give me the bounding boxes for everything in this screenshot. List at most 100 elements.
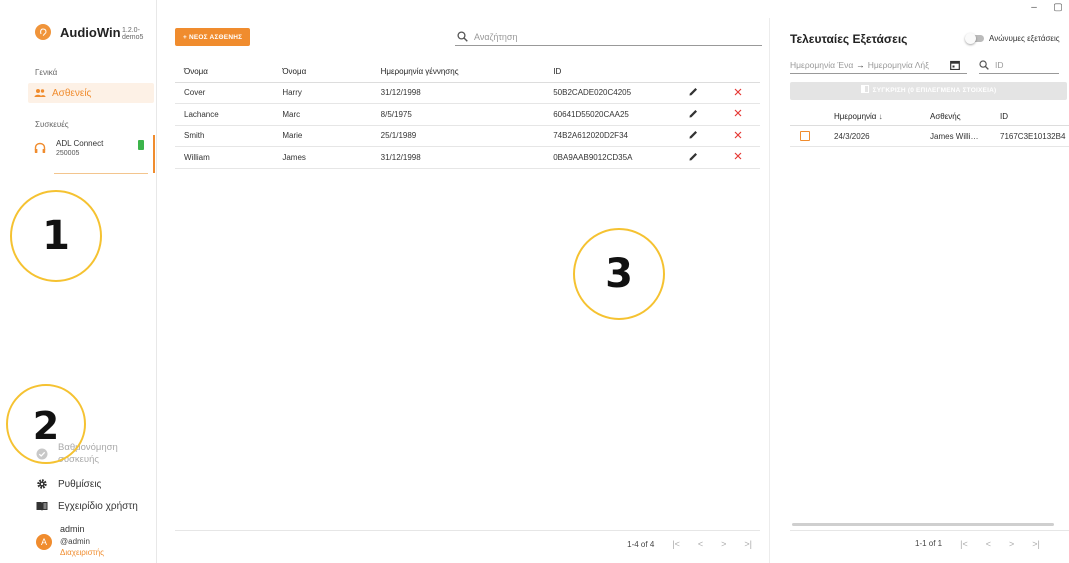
edit-button[interactable] (671, 146, 716, 169)
column-header-date[interactable]: Ημερομηνία ↓ (834, 112, 883, 121)
column-header-exam-id[interactable]: ID (1000, 112, 1008, 121)
prev-page-button[interactable]: < (698, 539, 703, 549)
sidebar-item-label: Ασθενείς (52, 87, 92, 99)
sidebar-item-manual[interactable]: Εγχειρίδιο χρήστη (36, 500, 138, 512)
annotation-number: 3 (605, 251, 633, 297)
id-search-placeholder: ID (995, 59, 1004, 70)
last-page-button[interactable]: >| (744, 539, 752, 549)
column-header-patient[interactable]: Ασθενής (930, 112, 961, 121)
prev-page-button[interactable]: < (986, 539, 991, 549)
section-general-label: Γενικά (35, 68, 58, 77)
sidebar-item-patients[interactable]: Ασθενείς (28, 83, 154, 103)
cell-dob: 25/1/1989 (371, 125, 545, 147)
battery-icon (138, 140, 144, 150)
device-underline (54, 173, 148, 174)
date-range-field[interactable]: Ημερομηνία Ένα → Ημερομηνία Λήξ (790, 56, 967, 74)
close-icon (734, 88, 742, 96)
row-checkbox[interactable] (800, 131, 810, 141)
device-serial: 250005 (56, 150, 80, 157)
exams-pagination: 1-1 of 1 |< < > >| (790, 530, 1069, 560)
recent-exams-title: Τελευταίες Εξετάσεις (790, 32, 908, 46)
column-header-dob[interactable]: Ημερομηνία γέννησης (371, 62, 545, 83)
id-search-field[interactable]: ID (979, 56, 1059, 74)
app-name: AudioWin (60, 25, 121, 40)
next-page-button[interactable]: > (1009, 539, 1014, 549)
cell-id: 60641D55020CAA25 (544, 103, 672, 126)
first-page-button[interactable]: |< (672, 539, 680, 549)
annotation-badge-1: 1 (10, 190, 102, 282)
cell-first-name: James (273, 146, 372, 169)
column-header-delete (715, 62, 760, 83)
table-row[interactable]: William James 31/12/1998 0BA9AAB9012CD35… (175, 146, 760, 169)
pencil-icon (689, 131, 698, 139)
cell-dob: 31/12/1998 (371, 82, 545, 104)
pagination-range: 1-4 of 4 (627, 539, 655, 549)
minimize-button[interactable]: – (1029, 2, 1039, 13)
cell-first-name: Harry (273, 82, 372, 104)
maximize-button[interactable]: ▢ (1053, 2, 1063, 13)
cell-exam-date: 24/3/2026 (834, 132, 870, 141)
date-range-arrow: → (856, 59, 865, 70)
anonymous-exams-toggle[interactable] (965, 33, 984, 44)
patients-panel: + ΝΕΟΣ ΑΣΘΕΝΗΣ Όνομα Όνομα Ημερομηνία γέ… (165, 18, 770, 563)
column-header-first-name[interactable]: Όνομα (273, 62, 372, 83)
pencil-icon (689, 109, 698, 118)
app-version: 1.2.0-demo5 (122, 27, 144, 41)
exams-table-header: Ημερομηνία ↓ Ασθενής ID (790, 106, 1069, 126)
sidebar: AudioWin 1.2.0-demo5 Γενικά Ασθενείς Συσ… (0, 0, 157, 563)
edit-button[interactable] (671, 103, 716, 126)
new-patient-button[interactable]: + ΝΕΟΣ ΑΣΘΕΝΗΣ (175, 28, 251, 46)
compare-button-label: ΣΥΓΚΡΙΣΗ (0 ΕΠΙΛΕΓΜΕΝΑ ΣΤΟΙΧΕΙΑ) (872, 87, 997, 94)
user-handle: @admin (60, 537, 90, 546)
annotation-badge-2: 2 (6, 384, 86, 464)
cell-id: 0BA9AAB9012CD35A (544, 146, 672, 169)
search-bar (455, 28, 762, 46)
sidebar-item-settings[interactable]: Ρυθμίσεις (36, 478, 101, 490)
annotation-number: 2 (32, 404, 60, 448)
table-row[interactable]: 24/3/2026 James Willi… 7167C3E10132B4 (790, 126, 1069, 147)
search-input[interactable] (474, 31, 744, 42)
pencil-icon (689, 152, 698, 161)
annotation-badge-3: 3 (573, 228, 665, 320)
edit-button[interactable] (671, 125, 716, 147)
table-header-row: Όνομα Όνομα Ημερομηνία γέννησης ID (175, 62, 760, 83)
annotation-number: 1 (42, 213, 70, 259)
close-icon (734, 109, 742, 117)
headphones-icon (34, 142, 46, 153)
edit-button[interactable] (671, 82, 716, 104)
compare-button[interactable]: ΣΥΓΚΡΙΣΗ (0 ΕΠΙΛΕΓΜΕΝΑ ΣΤΟΙΧΕΙΑ) (790, 82, 1067, 100)
calendar-icon[interactable] (950, 60, 960, 70)
first-page-button[interactable]: |< (960, 539, 968, 549)
cell-dob: 8/5/1975 (371, 103, 545, 126)
column-header-date-label: Ημερομηνία (834, 112, 877, 121)
column-header-id[interactable]: ID (544, 62, 672, 83)
table-row[interactable]: Lachance Marc 8/5/1975 60641D55020CAA25 (175, 103, 760, 126)
pencil-icon (689, 88, 698, 96)
avatar: A (36, 534, 52, 550)
cell-exam-id: 7167C3E10132B4 (1000, 132, 1066, 141)
window-controls: – ▢ (1029, 2, 1063, 13)
gear-icon (37, 479, 47, 489)
cell-last-name: Smith (175, 125, 274, 147)
delete-button[interactable] (715, 103, 760, 126)
close-icon (734, 131, 742, 139)
cell-exam-patient: James Willi… (930, 132, 979, 141)
horizontal-scrollbar[interactable] (792, 523, 1054, 526)
next-page-button[interactable]: > (721, 539, 726, 549)
pagination-range: 1-1 of 1 (915, 539, 943, 548)
sort-arrow-icon: ↓ (878, 112, 883, 121)
patients-pagination: 1-4 of 4 |< < > >| (175, 530, 760, 560)
cell-last-name: Cover (175, 82, 274, 104)
table-row[interactable]: Smith Marie 25/1/1989 74B2A612020D2F34 (175, 125, 760, 147)
delete-button[interactable] (715, 82, 760, 104)
delete-button[interactable] (715, 125, 760, 147)
last-page-button[interactable]: >| (1032, 539, 1040, 549)
delete-button[interactable] (715, 146, 760, 169)
sidebar-item-device[interactable]: ADL Connect 250005 (32, 135, 155, 174)
user-role: Διαχειριστής (60, 548, 105, 557)
table-row[interactable]: Cover Harry 31/12/1998 50B2CADE020C4205 (175, 82, 760, 104)
date-end-placeholder: Ημερομηνία Λήξ (867, 59, 929, 70)
device-name: ADL Connect (56, 139, 104, 148)
settings-label: Ρυθμίσεις (58, 478, 102, 490)
column-header-last-name[interactable]: Όνομα (175, 62, 274, 83)
